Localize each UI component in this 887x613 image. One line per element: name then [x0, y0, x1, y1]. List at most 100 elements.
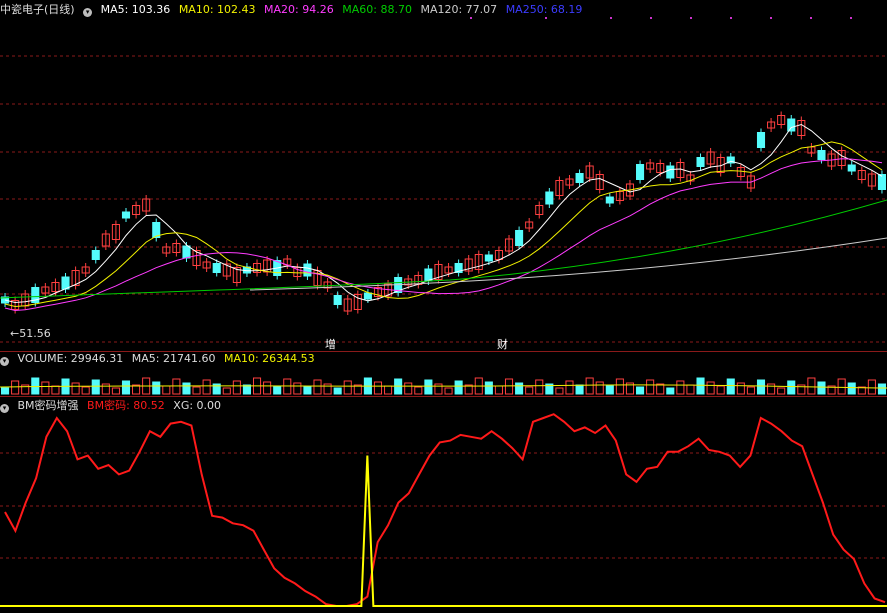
top-tick-mark [770, 17, 772, 19]
candle-body [515, 230, 524, 246]
volume-bar [404, 382, 413, 395]
candle-body [666, 165, 675, 179]
volume-bar [777, 387, 786, 395]
volume-bar [484, 381, 493, 395]
volume-bar [494, 385, 503, 395]
xg-value-label: XG: 0.00 [173, 399, 222, 412]
volume-bar [847, 382, 856, 395]
volume-bar [384, 385, 393, 395]
volume-bar [71, 382, 80, 395]
volume-bar [555, 387, 564, 395]
volume-bar [323, 383, 332, 395]
volume-bar [222, 387, 231, 395]
volume-bar [525, 386, 534, 395]
volume-bar [273, 385, 282, 395]
volume-bar [736, 382, 745, 395]
volume-bar [414, 386, 423, 395]
volume-bar [152, 381, 161, 395]
volume-bar [424, 379, 433, 395]
top-tick-mark [730, 17, 732, 19]
volume-bar [867, 379, 876, 395]
volume-bar [31, 377, 40, 395]
volume-bar [263, 381, 272, 395]
volume-bar [51, 385, 60, 395]
candle-body [636, 164, 645, 180]
candle-body [605, 196, 614, 204]
candle-body [545, 191, 554, 205]
volume-indicator-divider [0, 396, 887, 397]
bm-indicator-line [4, 413, 886, 607]
top-tick-mark [850, 17, 852, 19]
volume-bar [313, 379, 322, 395]
price-header: 中瓷电子(日线) ▾ MA5: 103.36 MA10: 102.43 MA20… [0, 3, 887, 17]
volume-bar [515, 382, 524, 395]
volume-bar [333, 387, 342, 395]
volume-bar [101, 383, 110, 395]
top-tick-mark [545, 17, 547, 19]
ma10-label: MA10: 102.43 [178, 3, 256, 16]
volume-bar [807, 377, 816, 395]
ma20-label: MA20: 94.26 [264, 3, 334, 16]
indicator-header: ▾ BM密码增强 BM密码: 80.52 XG: 0.00 [0, 399, 887, 413]
ma250-label: MA250: 68.19 [505, 3, 583, 16]
volume-bar [293, 382, 302, 395]
volume-bar [605, 385, 614, 395]
ma5-label: MA5: 103.36 [100, 3, 171, 16]
volume-bar [706, 381, 715, 395]
stock-chart[interactable] [0, 0, 887, 613]
volume-bar [202, 379, 211, 395]
top-tick-mark [650, 17, 652, 19]
top-tick-mark [610, 17, 612, 19]
event-marker-zeng[interactable]: 增 [325, 336, 336, 352]
candle-body [121, 211, 131, 219]
volume-bar [434, 383, 443, 395]
candle-body [575, 173, 584, 183]
volume-bar [444, 387, 453, 395]
volume-bar [686, 384, 695, 395]
volume-bar [111, 387, 120, 395]
volume-bar [666, 387, 675, 395]
volume-bar [91, 379, 100, 395]
volume-bar [696, 377, 705, 395]
top-tick-mark [470, 17, 472, 19]
volume-bar [172, 378, 181, 395]
volume-ma10-label: MA10: 26344.53 [223, 352, 315, 365]
volume-ma5-label: MA5: 21741.60 [131, 352, 216, 365]
volume-bar [121, 380, 131, 395]
volume-bar [162, 385, 171, 395]
candle-body [877, 174, 887, 190]
volume-bar [192, 386, 201, 395]
top-tick-mark [690, 17, 692, 19]
top-tick-mark [810, 17, 812, 19]
candle-body [484, 254, 493, 262]
volume-bar [787, 380, 796, 395]
volume-bar [343, 380, 352, 395]
volume-bar [877, 383, 887, 395]
price-low-arrow-icon: ← [10, 327, 20, 340]
bm-value-label: BM密码: 80.52 [87, 399, 165, 412]
candle-body [787, 118, 796, 132]
volume-bar [11, 380, 20, 395]
volume-bar [575, 384, 584, 395]
event-marker-cai[interactable]: 财 [497, 336, 508, 352]
volume-bar [585, 377, 594, 395]
candle-body [696, 157, 705, 167]
candle-body [333, 295, 342, 305]
volume-bar [837, 378, 846, 395]
volume-bar [283, 378, 292, 395]
volume-bar [716, 385, 725, 395]
volume-label: VOLUME: 29946.31 [17, 352, 124, 365]
volume-header: ▾ VOLUME: 29946.31 MA5: 21741.60 MA10: 2… [0, 352, 887, 366]
candle-body [847, 164, 856, 172]
volume-bar [656, 383, 665, 395]
volume-settings-icon[interactable]: ▾ [0, 357, 9, 366]
candle-body [91, 250, 100, 260]
volume-bar [817, 381, 826, 395]
volume-bar [303, 386, 312, 395]
volume-bar [373, 381, 383, 395]
ma60-label: MA60: 88.70 [342, 3, 412, 16]
price-settings-icon[interactable]: ▾ [83, 8, 93, 17]
volume-bar [1, 387, 10, 395]
volume-bar [636, 386, 645, 395]
indicator-settings-icon[interactable]: ▾ [0, 404, 9, 413]
